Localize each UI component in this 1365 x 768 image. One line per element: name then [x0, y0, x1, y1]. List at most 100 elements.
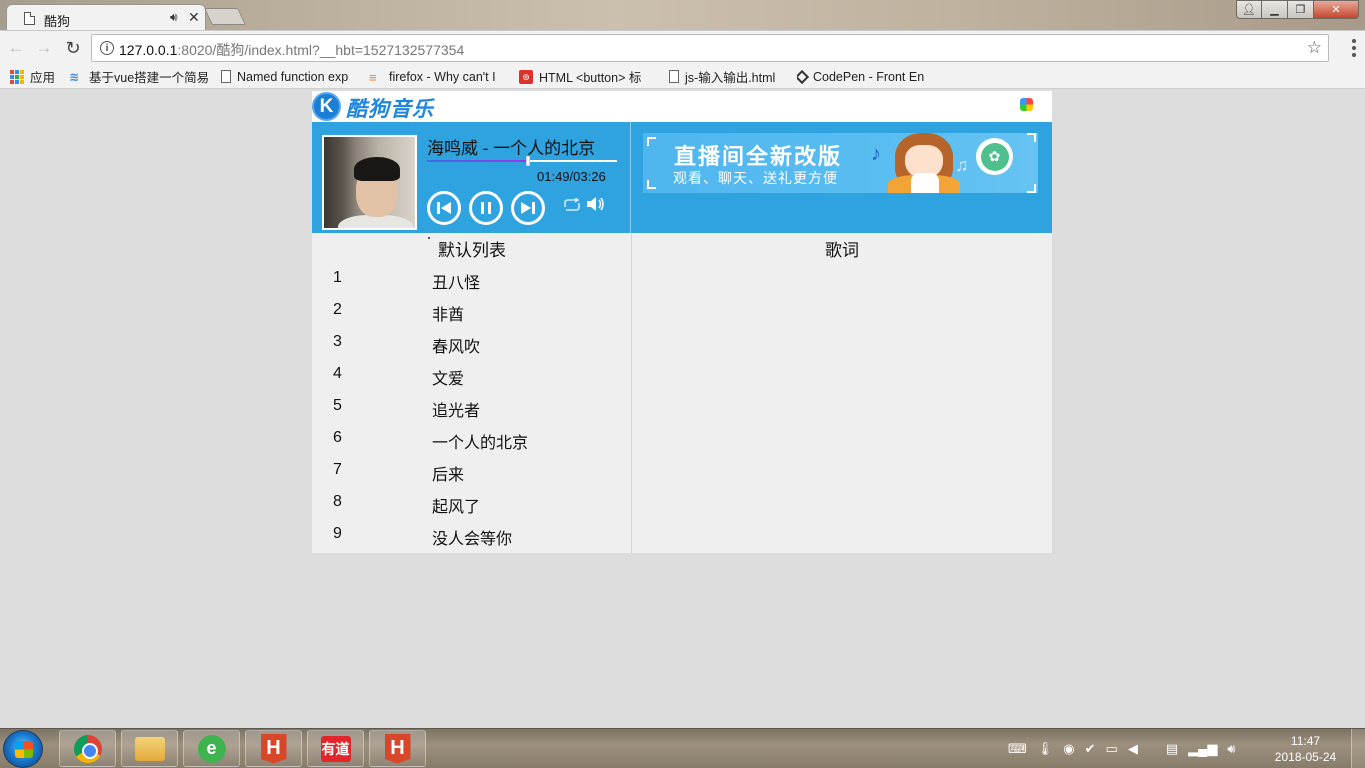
window-controls: 👤︎ ▁ ❐ ✕: [1236, 0, 1359, 19]
playback-time: 01:49/03:26: [537, 169, 606, 184]
stackoverflow-icon: ≡: [369, 69, 377, 85]
progress-bar[interactable]: [427, 156, 617, 166]
forward-arrow-icon[interactable]: →: [33, 37, 55, 59]
taskbar-chrome[interactable]: [59, 730, 116, 767]
runoob-icon: ⊛: [519, 69, 533, 84]
app-header: K 酷狗音乐: [312, 91, 1052, 122]
close-tab-icon[interactable]: ✕: [188, 9, 200, 26]
volume-icon[interactable]: [586, 196, 606, 215]
bookmark-apps[interactable]: 应用: [10, 68, 65, 85]
browser-tab-active[interactable]: 酷狗 🔊︎ ✕: [6, 4, 206, 31]
hbuilder-icon: H: [260, 733, 287, 764]
pause-button[interactable]: [469, 191, 503, 225]
player-controls-area: 海鸣威 - 一个人的北京 01:49/03:26: [312, 122, 631, 233]
playlist-row[interactable]: 8 起风了: [312, 487, 632, 519]
volume-tray-icon[interactable]: 🔊︎: [1227, 741, 1235, 757]
song-name[interactable]: 一个人的北京: [432, 429, 528, 453]
taskbar-hbuilder-1[interactable]: H: [245, 730, 302, 767]
previous-icon: [437, 202, 451, 214]
maximize-button[interactable]: ❐: [1287, 0, 1314, 19]
song-name[interactable]: 没人会等你: [432, 525, 512, 549]
system-clock[interactable]: 11:47 2018-05-24: [1268, 733, 1343, 765]
playlist-row[interactable]: 6 一个人的北京: [312, 423, 632, 455]
live-banner[interactable]: 直播间全新改版 观看、聊天、送礼更方便 ♪ ♫ ✿: [643, 133, 1038, 193]
next-button[interactable]: [511, 191, 545, 225]
song-name[interactable]: 丑八怪: [432, 269, 480, 293]
album-cover: [322, 135, 417, 230]
taskbar-hbuilder-2[interactable]: H: [369, 730, 426, 767]
song-name[interactable]: 春风吹: [432, 333, 480, 357]
bookmark-star-icon[interactable]: ☆: [1307, 38, 1322, 58]
bookmark-codepen[interactable]: CodePen - Front En: [797, 68, 937, 85]
browser-toolbar: ← → ↻ i 127.0.0.1:8020/酷狗/index.html?__h…: [0, 30, 1365, 64]
url-text[interactable]: 127.0.0.1:8020/酷狗/index.html?__hbt=15271…: [119, 40, 464, 60]
previous-button[interactable]: [427, 191, 461, 225]
reload-icon[interactable]: ↻: [62, 37, 84, 59]
keyboard-icon[interactable]: ⌨: [1008, 741, 1027, 757]
player-panel: 海鸣威 - 一个人的北京 01:49/03:26 直播间全新改版 观看、聊天、送…: [312, 122, 1052, 233]
new-tab-button[interactable]: [204, 8, 246, 25]
song-name[interactable]: 追光者: [432, 397, 480, 421]
sound-tray-icon[interactable]: ◀: [1128, 741, 1138, 757]
tab-title: 酷狗: [44, 14, 71, 29]
network-icon[interactable]: ▂▄▆: [1188, 741, 1217, 757]
chrome-menu-icon[interactable]: [1352, 39, 1356, 57]
song-name[interactable]: 非酋: [432, 301, 464, 325]
close-window-button[interactable]: ✕: [1313, 0, 1359, 19]
logo-text: 酷狗音乐: [346, 98, 434, 121]
song-number: 7: [333, 461, 342, 478]
address-bar[interactable]: i 127.0.0.1:8020/酷狗/index.html?__hbt=152…: [91, 34, 1329, 62]
bookmark-js-io[interactable]: js-输入输出.html: [669, 68, 789, 85]
folder-icon: [134, 736, 165, 761]
vue-badge-icon: ✿: [976, 138, 1013, 175]
chrome-icon: [73, 734, 102, 763]
page-icon: [24, 12, 35, 25]
playlist-row[interactable]: 7 后来: [312, 455, 632, 487]
user-icon[interactable]: 👤︎: [1236, 0, 1262, 19]
taskbar-youdao[interactable]: 有道: [307, 730, 364, 767]
show-desktop-button[interactable]: [1351, 729, 1365, 768]
music-note-icon: ♫: [955, 155, 969, 175]
windows-logo-icon: [15, 741, 33, 758]
progress-knob[interactable]: [525, 156, 530, 166]
playlist-row[interactable]: 2 非酋: [312, 295, 632, 327]
bookmarks-bar: 应用 ≋ 基于vue搭建一个简易 Named function exp ≡ fi…: [0, 64, 1365, 89]
loop-icon[interactable]: [562, 197, 582, 215]
minimize-button[interactable]: ▁: [1261, 0, 1288, 19]
bookmark-vue[interactable]: ≋ 基于vue搭建一个简易: [69, 68, 209, 86]
song-number: 4: [333, 365, 342, 382]
taskbar-browser[interactable]: e: [183, 730, 240, 767]
clipboard-icon[interactable]: ▤: [1166, 741, 1178, 757]
lyrics-heading: 歌词: [825, 241, 859, 260]
song-number: 2: [333, 301, 342, 318]
bookmark-firefox[interactable]: ≡ firefox - Why can't I: [369, 68, 506, 85]
song-name[interactable]: 文爱: [432, 365, 464, 389]
song-number: 3: [333, 333, 342, 350]
browser-e-icon: e: [197, 734, 226, 763]
playlist-row[interactable]: 5 追光者: [312, 391, 632, 423]
kugou-logo-icon: K: [312, 92, 341, 121]
bookmark-named-function[interactable]: Named function exp: [221, 68, 355, 85]
kugou-app: K 酷狗音乐 海鸣威 - 一个人的北京 01:49/03:26 直播间全新改版 …: [312, 91, 1052, 553]
info-icon[interactable]: i: [100, 41, 114, 55]
app-tray-icon[interactable]: ◉: [1063, 741, 1074, 757]
back-arrow-icon[interactable]: ←: [5, 37, 27, 59]
apps-icon: [10, 69, 24, 84]
skin-icon[interactable]: [1020, 98, 1033, 111]
playlist-row[interactable]: 9 没人会等你: [312, 519, 632, 551]
playlist-heading: 默认列表: [438, 241, 506, 260]
song-number: 5: [333, 397, 342, 414]
start-button[interactable]: [3, 730, 43, 768]
bookmark-html-button[interactable]: ⊛ HTML <button> 标: [519, 68, 656, 85]
security-icon[interactable]: ✔: [1085, 741, 1096, 757]
playlist-row[interactable]: 1 丑八怪: [312, 263, 632, 295]
system-tray: ⌨ 🌡︎ ◉ ✔ ▭ ◀ ▤ ▂▄▆ 🔊︎: [1008, 739, 1236, 759]
song-name[interactable]: 后来: [432, 461, 464, 485]
playlist-row[interactable]: 3 春风吹: [312, 327, 632, 359]
taskbar-explorer[interactable]: [121, 730, 178, 767]
monitor-icon[interactable]: ▭: [1106, 741, 1118, 757]
song-name[interactable]: 起风了: [432, 493, 480, 517]
thermometer-icon[interactable]: 🌡︎: [1037, 741, 1054, 757]
playlist-row[interactable]: 4 文爱: [312, 359, 632, 391]
speaker-icon[interactable]: 🔊︎: [170, 10, 178, 25]
